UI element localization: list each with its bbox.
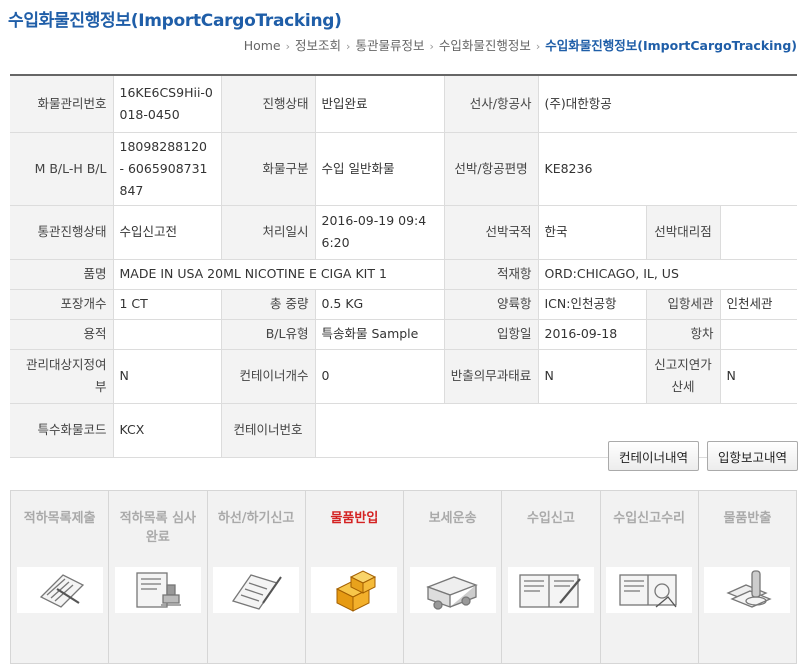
special-code-value: KCX — [113, 403, 222, 458]
step-goods-entry[interactable]: 물품반입 — [306, 491, 404, 663]
action-buttons: 컨테이너내역 입항보고내역 — [607, 441, 798, 471]
step-label: 보세운송 — [428, 511, 477, 526]
agent-label: 선박대리점 — [646, 205, 721, 260]
progress-label: 진행상태 — [221, 75, 316, 133]
bl-value: 18098288120 - 6065908731847 — [113, 132, 222, 206]
bl-type-value: 특송화물 Sample — [315, 319, 445, 350]
step-declaration-accepted[interactable]: 수입신고수리 — [601, 491, 699, 663]
container-count-value: 0 — [315, 349, 445, 404]
table-row: 용적 B/L유형 특송화물 Sample 입항일 2016-09-18 항차 — [10, 319, 798, 350]
step-label: 적하목록제출 — [23, 511, 96, 526]
breadcrumb-logistics[interactable]: 통관물류정보 — [355, 35, 424, 54]
export-duty-label: 반출의무과태료 — [444, 349, 539, 404]
breadcrumb-current: 수입화물진행정보(ImportCargoTracking) — [545, 38, 797, 53]
step-bonded-transport[interactable]: 보세운송 — [404, 491, 503, 663]
truck-icon — [409, 567, 496, 613]
nationality-label: 선박국적 — [444, 205, 539, 260]
nationality-value: 한국 — [538, 205, 647, 260]
step-unloading-report[interactable]: 하선/하기신고 — [208, 491, 306, 663]
weight-label: 총 중량 — [221, 289, 316, 320]
release-icon — [704, 567, 791, 613]
cargo-no-value: 16KE6CS9Hii-0018-0450 — [113, 75, 222, 133]
step-label: 물품반입 — [330, 511, 379, 526]
chevron-right-icon: › — [535, 40, 541, 53]
container-count-label: 컨테이너개수 — [221, 349, 316, 404]
container-no-label: 컨테이너번호 — [221, 403, 316, 458]
voyage-label: 항차 — [646, 319, 721, 350]
unloading-port-label: 양륙항 — [444, 289, 539, 320]
chevron-right-icon: › — [429, 40, 434, 53]
late-tax-label: 신고지연가산세 — [646, 349, 721, 404]
entry-date-label: 입항일 — [444, 319, 539, 350]
progress-value: 반입완료 — [315, 75, 445, 133]
cargo-no-label: 화물관리번호 — [10, 75, 114, 133]
packages-label: 포장개수 — [10, 289, 114, 320]
step-goods-release[interactable]: 물품반출 — [699, 491, 796, 663]
step-label: 수입신고수리 — [613, 511, 685, 526]
flight-value: KE8236 — [538, 132, 798, 206]
page-title: 수입화물진행정보(ImportCargoTracking) — [8, 11, 342, 31]
customs-status-value: 수입신고전 — [113, 205, 222, 260]
processed-at-label: 처리일시 — [221, 205, 316, 260]
container-details-button[interactable]: 컨테이너내역 — [607, 441, 699, 471]
flight-label: 선박/항공편명 — [444, 132, 539, 206]
table-row: 화물관리번호 16KE6CS9Hii-0018-0450 진행상태 반입완료 선… — [10, 75, 798, 133]
voyage-value — [720, 319, 798, 350]
volume-label: 용적 — [10, 319, 114, 350]
managed-label: 관리대상지정여부 — [10, 349, 114, 404]
unloading-port-value: ICN:인천공항 — [538, 289, 647, 320]
cargo-type-value: 수입 일반화물 — [315, 132, 445, 206]
volume-value — [113, 319, 222, 350]
chevron-right-icon: › — [285, 40, 291, 53]
progress-steps: 적하목록제출 적하목록 심사완료 하선/하기신고 물품반입 보세운송 수입신고 — [10, 490, 797, 664]
step-label: 물품반출 — [723, 511, 772, 526]
table-row: 품명 MADE IN USA 20ML NICOTINE E CIGA KIT … — [10, 259, 798, 290]
entry-customs-label: 입항세관 — [646, 289, 721, 320]
bl-label: M B/L-H B/L — [10, 132, 114, 206]
bl-type-label: B/L유형 — [221, 319, 316, 350]
breadcrumb-home[interactable]: Home — [244, 38, 281, 53]
carrier-value: (주)대한항공 — [538, 75, 798, 133]
breadcrumb-cargo-progress[interactable]: 수입화물진행정보 — [439, 35, 531, 54]
entry-customs-value: 인천세관 — [720, 289, 798, 320]
signing-icon — [507, 567, 594, 613]
cargo-type-label: 화물구분 — [221, 132, 316, 206]
clipboard-icon — [16, 567, 103, 613]
chevron-right-icon: › — [346, 40, 351, 53]
step-label: 적하목록 심사완료 — [119, 511, 197, 545]
table-row: 관리대상지정여부 N 컨테이너개수 0 반출의무과태료 N 신고지연가산세 N — [10, 349, 798, 404]
special-code-label: 특수화물코드 — [10, 403, 114, 458]
loading-port-label: 적재항 — [444, 259, 539, 290]
step-import-declaration[interactable]: 수입신고 — [502, 491, 601, 663]
managed-value: N — [113, 349, 222, 404]
step-label: 수입신고 — [526, 511, 575, 526]
step-label: 하선/하기신고 — [217, 511, 295, 526]
loading-port-value: ORD:CHICAGO, IL, US — [538, 259, 798, 290]
breadcrumb-info-query[interactable]: 정보조회 — [295, 35, 341, 54]
entry-report-button[interactable]: 입항보고내역 — [706, 441, 798, 471]
table-row: 통관진행상태 수입신고전 처리일시 2016-09-19 09:46:20 선박… — [10, 205, 798, 260]
breadcrumb: Home › 정보조회 › 통관물류정보 › 수입화물진행정보 › 수입화물진행정보(Impor… — [244, 35, 797, 54]
agent-value — [720, 205, 798, 260]
approval-icon — [606, 567, 693, 613]
carrier-label: 선사/항공사 — [444, 75, 539, 133]
step-manifest-review[interactable]: 적하목록 심사완료 — [109, 491, 208, 663]
table-row: M B/L-H B/L 18098288120 - 6065908731847 … — [10, 132, 798, 206]
processed-at-value: 2016-09-19 09:46:20 — [315, 205, 445, 260]
boxes-icon — [311, 567, 398, 613]
item-label: 품명 — [10, 259, 114, 290]
table-row: 포장개수 1 CT 총 중량 0.5 KG 양륙항 ICN:인천공항 입항세관 … — [10, 289, 798, 320]
late-tax-value: N — [720, 349, 798, 404]
packages-value: 1 CT — [113, 289, 222, 320]
weight-value: 0.5 KG — [315, 289, 445, 320]
cargo-info-table: 화물관리번호 16KE6CS9Hii-0018-0450 진행상태 반입완료 선… — [10, 74, 798, 458]
step-manifest-submit[interactable]: 적하목록제출 — [11, 491, 110, 663]
export-duty-value: N — [538, 349, 647, 404]
item-value: MADE IN USA 20ML NICOTINE E CIGA KIT 1 — [113, 259, 445, 290]
document-pen-icon — [213, 567, 300, 613]
customs-status-label: 통관진행상태 — [10, 205, 114, 260]
stamp-icon — [114, 567, 201, 613]
entry-date-value: 2016-09-18 — [538, 319, 647, 350]
